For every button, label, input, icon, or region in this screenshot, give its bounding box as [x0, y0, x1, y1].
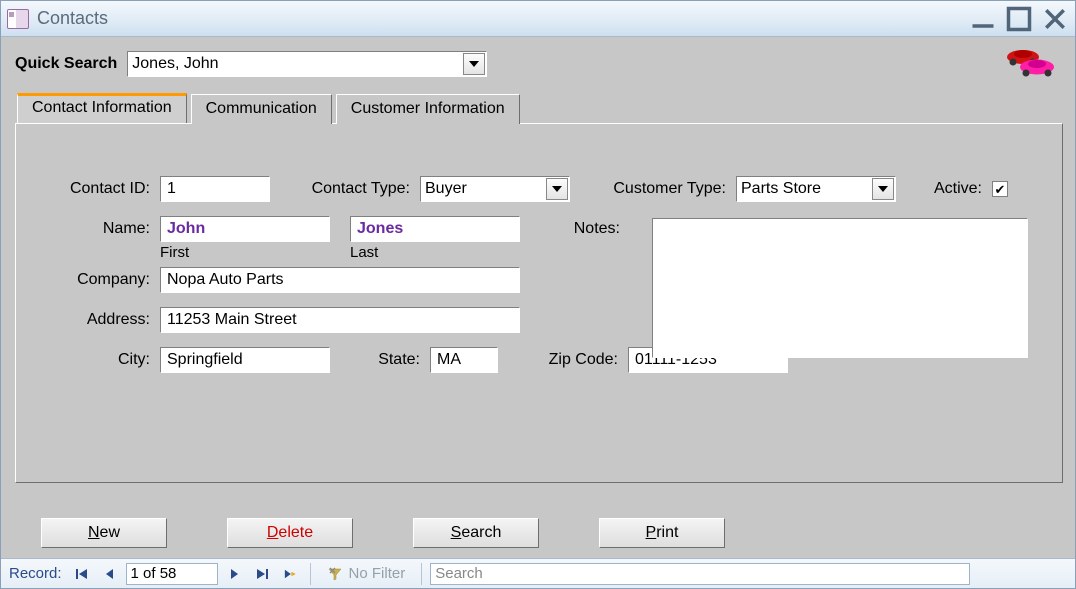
address-field[interactable] — [160, 307, 520, 333]
city-field[interactable] — [160, 347, 330, 373]
state-input[interactable] — [435, 350, 493, 370]
cars-logo-icon — [1003, 43, 1059, 84]
titlebar: Contacts — [1, 1, 1075, 37]
company-label: Company: — [38, 271, 160, 289]
record-position-box[interactable]: 1 of 58 — [126, 563, 218, 585]
new-btn-rest: ew — [100, 524, 120, 541]
city-input[interactable] — [165, 350, 325, 370]
company-field[interactable] — [160, 267, 520, 293]
contact-id-field[interactable] — [160, 176, 270, 202]
quick-search-value: Jones, John — [132, 55, 218, 73]
contacts-window: Contacts — [0, 0, 1076, 589]
contact-type-value: Buyer — [425, 180, 467, 198]
tab-customer-information[interactable]: Customer Information — [336, 94, 520, 124]
last-name-field[interactable] — [350, 216, 520, 242]
filter-indicator[interactable]: No Filter — [319, 565, 414, 582]
active-label: Active: — [896, 180, 992, 198]
contact-type-label: Contact Type: — [270, 180, 420, 198]
nav-search-box[interactable]: Search — [430, 563, 970, 585]
state-field[interactable] — [430, 347, 498, 373]
address-label: Address: — [38, 311, 160, 329]
state-label: State: — [330, 351, 430, 369]
dropdown-icon[interactable] — [463, 53, 485, 75]
name-label: Name: — [38, 216, 160, 238]
customer-type-combo[interactable]: Parts Store — [736, 176, 896, 202]
dropdown-icon[interactable] — [546, 178, 568, 200]
nav-prev-icon[interactable] — [98, 562, 122, 586]
contact-type-combo[interactable]: Buyer — [420, 176, 570, 202]
contact-id-label: Contact ID: — [38, 180, 160, 198]
tab-contact-information[interactable]: Contact Information — [17, 93, 187, 123]
active-checkbox[interactable]: ✔ — [992, 181, 1008, 197]
delete-button[interactable]: Delete — [227, 518, 353, 548]
action-button-row: New Delete Search Print — [15, 508, 1063, 558]
record-position: 1 of 58 — [131, 565, 177, 582]
filter-text: No Filter — [349, 565, 406, 582]
dropdown-icon[interactable] — [872, 178, 894, 200]
company-input[interactable] — [165, 270, 515, 290]
checkmark-icon: ✔ — [995, 183, 1006, 196]
quick-search-row: Quick Search Jones, John — [15, 51, 1063, 77]
first-name-sublabel: First — [160, 244, 330, 261]
maximize-button[interactable] — [1005, 8, 1033, 30]
nav-last-icon[interactable] — [250, 562, 274, 586]
customer-type-value: Parts Store — [741, 180, 821, 198]
row-ids: Contact ID: Contact Type: Buyer Customer… — [38, 176, 1040, 202]
new-button[interactable]: New — [41, 518, 167, 548]
zip-label: Zip Code: — [498, 351, 628, 369]
nav-search-placeholder: Search — [435, 565, 483, 582]
last-name-input[interactable] — [355, 219, 515, 239]
search-button[interactable]: Search — [413, 518, 539, 548]
tab-control: Contact Information Communication Custom… — [15, 93, 1063, 508]
window-title: Contacts — [37, 8, 108, 29]
notes-textarea[interactable] — [652, 218, 1028, 358]
record-navigator: Record: 1 of 58 No Filter Sear — [1, 558, 1075, 588]
filter-icon — [327, 566, 343, 582]
nav-next-icon[interactable] — [222, 562, 246, 586]
minimize-button[interactable] — [969, 8, 997, 30]
contact-id-input[interactable] — [165, 179, 265, 199]
notes-label: Notes: — [530, 216, 630, 238]
print-button[interactable]: Print — [599, 518, 725, 548]
last-name-sublabel: Last — [350, 244, 520, 261]
nav-new-icon[interactable] — [278, 562, 302, 586]
first-name-input[interactable] — [165, 219, 325, 239]
address-input[interactable] — [165, 310, 515, 330]
tab-panel-contact-information: Contact ID: Contact Type: Buyer Customer… — [15, 123, 1063, 483]
form-body: Quick Search Jones, John Contact Informa… — [1, 37, 1075, 558]
tab-communication[interactable]: Communication — [191, 94, 332, 124]
close-button[interactable] — [1041, 8, 1069, 30]
first-name-field[interactable] — [160, 216, 330, 242]
tab-strip: Contact Information Communication Custom… — [15, 93, 1063, 123]
quick-search-combo[interactable]: Jones, John — [127, 51, 487, 77]
quick-search-label: Quick Search — [15, 55, 117, 73]
record-label: Record: — [5, 565, 66, 582]
form-icon — [7, 9, 29, 29]
customer-type-label: Customer Type: — [570, 180, 736, 198]
nav-first-icon[interactable] — [70, 562, 94, 586]
city-label: City: — [38, 351, 160, 369]
